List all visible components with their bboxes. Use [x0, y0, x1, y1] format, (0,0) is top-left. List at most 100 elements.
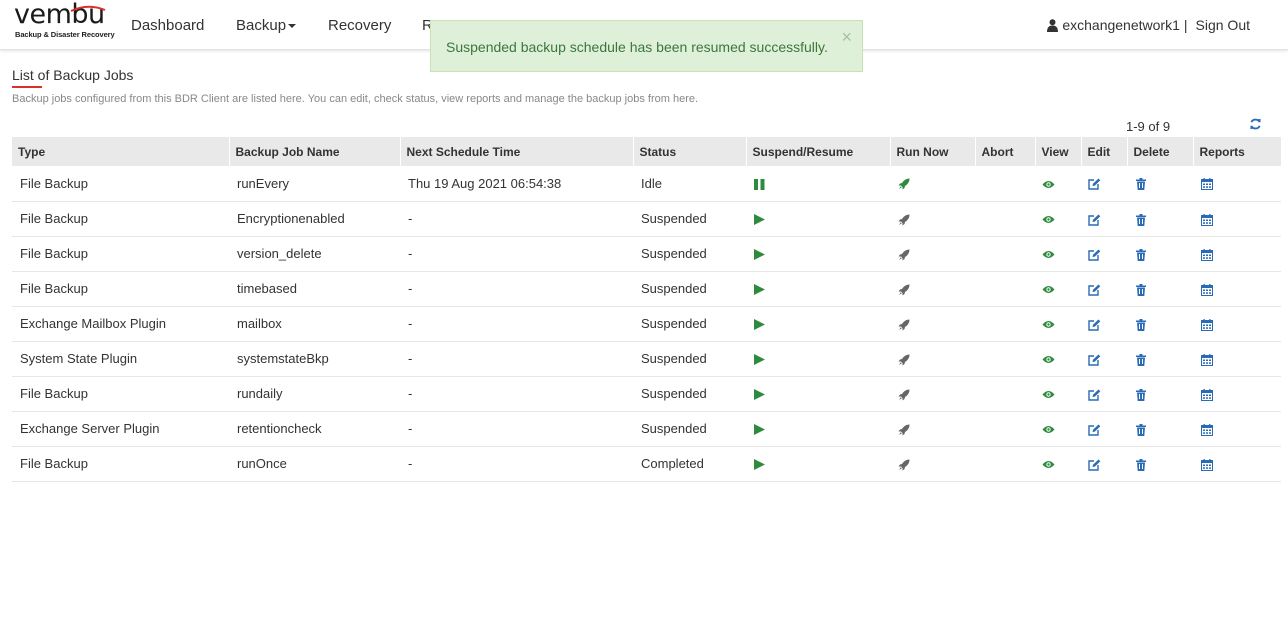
calendar-icon[interactable] — [1201, 283, 1213, 296]
job-type: File Backup — [12, 446, 229, 482]
eye-icon[interactable] — [1042, 250, 1055, 259]
play-icon[interactable] — [754, 319, 765, 331]
rocket-icon[interactable] — [898, 178, 910, 190]
job-status: Suspended — [633, 341, 746, 377]
run-now-cell — [890, 341, 975, 377]
edit-cell — [1081, 201, 1127, 237]
delete-cell — [1127, 411, 1193, 447]
page-description: Backup jobs configured from this BDR Cli… — [12, 93, 699, 105]
edit-icon[interactable] — [1088, 249, 1101, 261]
play-icon[interactable] — [754, 249, 765, 261]
trash-icon[interactable] — [1136, 213, 1146, 226]
run-now-cell — [890, 201, 975, 237]
calendar-icon[interactable] — [1201, 178, 1213, 191]
rocket-icon[interactable] — [898, 319, 910, 331]
trash-icon[interactable] — [1136, 423, 1146, 436]
edit-cell — [1081, 446, 1127, 482]
job-type: System State Plugin — [12, 341, 229, 377]
play-icon[interactable] — [754, 424, 765, 436]
edit-icon[interactable] — [1088, 459, 1101, 471]
edit-icon[interactable] — [1088, 389, 1101, 401]
play-icon[interactable] — [754, 354, 765, 366]
job-name: rundaily — [229, 376, 400, 412]
edit-icon[interactable] — [1088, 319, 1101, 331]
calendar-icon[interactable] — [1201, 248, 1213, 261]
rocket-icon[interactable] — [898, 249, 910, 261]
user-separator: | — [1183, 17, 1188, 33]
eye-icon[interactable] — [1042, 355, 1055, 364]
eye-icon[interactable] — [1042, 460, 1055, 469]
column-header: Abort — [975, 137, 1036, 166]
trash-icon[interactable] — [1136, 178, 1146, 191]
abort-cell — [975, 306, 1035, 342]
view-cell — [1035, 271, 1081, 307]
rocket-icon[interactable] — [898, 354, 910, 366]
eye-icon[interactable] — [1042, 390, 1055, 399]
calendar-icon[interactable] — [1201, 318, 1213, 331]
edit-icon[interactable] — [1088, 178, 1101, 191]
job-status: Completed — [633, 446, 746, 482]
rocket-icon[interactable] — [898, 459, 910, 471]
rocket-icon[interactable] — [898, 214, 910, 226]
title-underline — [12, 86, 42, 88]
trash-icon[interactable] — [1136, 248, 1146, 261]
calendar-icon[interactable] — [1201, 213, 1213, 226]
abort-cell — [975, 446, 1035, 482]
eye-icon[interactable] — [1042, 425, 1055, 434]
suspend-resume-cell — [746, 201, 890, 237]
table-row: File Backup Encryptionenabled - Suspende… — [12, 201, 1281, 237]
calendar-icon[interactable] — [1201, 388, 1213, 401]
column-header: Type — [12, 137, 230, 166]
trash-icon[interactable] — [1136, 318, 1146, 331]
user-icon — [1047, 18, 1059, 32]
view-cell — [1035, 306, 1081, 342]
trash-icon[interactable] — [1136, 283, 1146, 296]
rocket-icon[interactable] — [898, 284, 910, 296]
refresh-icon[interactable] — [1249, 117, 1262, 131]
reports-cell — [1193, 306, 1281, 342]
eye-icon[interactable] — [1042, 320, 1055, 329]
table-row: File Backup rundaily - Suspended — [12, 376, 1281, 412]
play-icon[interactable] — [754, 214, 765, 226]
rocket-icon[interactable] — [898, 424, 910, 436]
nav-backup[interactable]: Backup — [236, 17, 297, 34]
eye-icon[interactable] — [1042, 285, 1055, 294]
job-name: Encryptionenabled — [229, 201, 400, 237]
next-schedule-time: - — [400, 271, 633, 307]
nav-dashboard[interactable]: Dashboard — [131, 17, 204, 34]
table-row: System State Plugin systemstateBkp - Sus… — [12, 341, 1281, 377]
reports-cell — [1193, 166, 1281, 202]
edit-icon[interactable] — [1088, 354, 1101, 366]
play-icon[interactable] — [754, 459, 765, 471]
reports-cell — [1193, 236, 1281, 272]
trash-icon[interactable] — [1136, 458, 1146, 471]
trash-icon[interactable] — [1136, 388, 1146, 401]
job-status: Suspended — [633, 236, 746, 272]
sign-out-link[interactable]: Sign Out — [1196, 17, 1250, 33]
eye-icon[interactable] — [1042, 180, 1055, 189]
view-cell — [1035, 166, 1081, 202]
close-icon[interactable]: × — [841, 27, 852, 48]
play-icon[interactable] — [754, 284, 765, 296]
run-now-cell — [890, 166, 975, 202]
reports-cell — [1193, 411, 1281, 447]
calendar-icon[interactable] — [1201, 458, 1213, 471]
eye-icon[interactable] — [1042, 215, 1055, 224]
suspend-resume-cell — [746, 166, 890, 202]
play-icon[interactable] — [754, 389, 765, 401]
calendar-icon[interactable] — [1201, 423, 1213, 436]
username[interactable]: exchangenetwork1 — [1062, 17, 1180, 33]
vembu-logo[interactable]: vembu Backup & Disaster Recovery — [14, 0, 115, 43]
edit-icon[interactable] — [1088, 214, 1101, 226]
rocket-icon[interactable] — [898, 389, 910, 401]
run-now-cell — [890, 306, 975, 342]
table-row: Exchange Server Plugin retentioncheck - … — [12, 411, 1281, 447]
pause-icon[interactable] — [754, 178, 765, 190]
run-now-cell — [890, 411, 975, 447]
abort-cell — [975, 411, 1035, 447]
nav-recovery[interactable]: Recovery — [328, 17, 391, 34]
calendar-icon[interactable] — [1201, 353, 1213, 366]
edit-icon[interactable] — [1088, 424, 1101, 436]
edit-icon[interactable] — [1088, 284, 1101, 296]
trash-icon[interactable] — [1136, 353, 1146, 366]
